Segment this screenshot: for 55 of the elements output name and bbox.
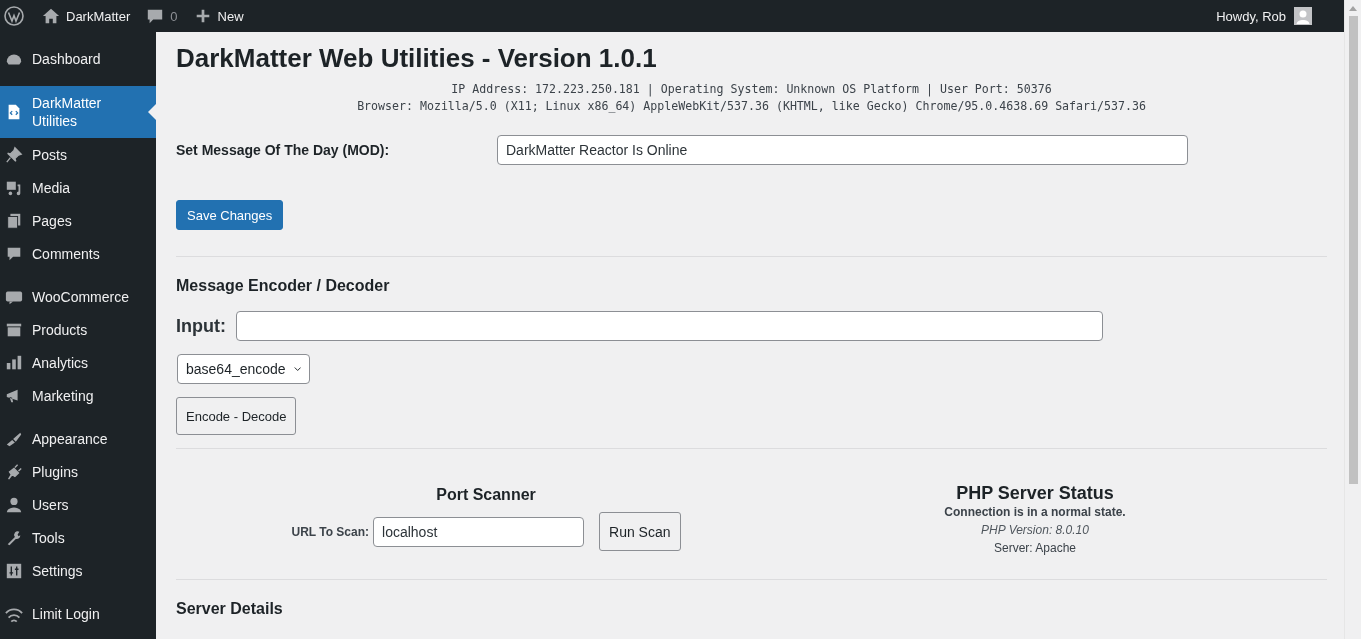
caret-icon bbox=[293, 366, 301, 372]
sidebar-item[interactable]: Users bbox=[0, 488, 156, 521]
home-icon bbox=[42, 7, 60, 25]
user-icon bbox=[5, 495, 23, 514]
message-field[interactable]: DarkMatter Reactor Is Online bbox=[497, 135, 1188, 165]
site-link[interactable]: DarkMatter bbox=[34, 0, 139, 32]
bar-chart-icon bbox=[5, 353, 23, 372]
mode-dropdown[interactable]: base64_encode bbox=[177, 354, 310, 384]
speech-bubble-icon bbox=[146, 7, 165, 25]
sidebar-item[interactable]: Analytics bbox=[0, 346, 156, 379]
sidebar-item[interactable]: Pages bbox=[0, 204, 156, 237]
sidebar-item[interactable]: Media bbox=[0, 171, 156, 204]
sidebar-item[interactable]: Tools bbox=[0, 521, 156, 554]
wordpress-logo-icon[interactable] bbox=[4, 6, 24, 26]
section-heading: Port Scanner bbox=[436, 485, 536, 505]
info-line: Browser: Mozilla/5.0 (X11; Linux x86_64) AppleWebKit/537.36 (KHTML, like Gecko) Chrome/95.0.4638.69 Safari/537.36 bbox=[356, 98, 1147, 115]
save-button[interactable]: Save Changes bbox=[176, 200, 284, 230]
input-field[interactable] bbox=[236, 311, 1103, 341]
field-label: URL To Scan: bbox=[291, 524, 370, 539]
plug-icon bbox=[5, 462, 23, 481]
avatar-icon bbox=[1294, 7, 1312, 25]
sidebar-item[interactable]: Posts bbox=[0, 138, 156, 171]
section-heading: Server Details bbox=[176, 599, 284, 619]
sidebar-item[interactable]: Dashboard bbox=[0, 42, 156, 75]
new-link[interactable]: New bbox=[185, 0, 252, 32]
pages-icon bbox=[5, 211, 23, 230]
sidebar-item[interactable]: DarkMatter Utilities bbox=[0, 86, 156, 138]
encode-decode-button[interactable]: Encode - Decode bbox=[176, 397, 297, 435]
sidebar-item[interactable]: WooCommerce bbox=[0, 280, 156, 313]
server-text: Server: Apache bbox=[992, 540, 1078, 557]
url-field[interactable]: localhost bbox=[373, 516, 585, 547]
run-scan-button[interactable]: Run Scan bbox=[599, 512, 681, 551]
pushpin-icon bbox=[5, 145, 23, 164]
sidebar-item[interactable]: Settings bbox=[0, 554, 156, 587]
sidebar-item[interactable]: Plugins bbox=[0, 455, 156, 488]
current-pointer-icon bbox=[148, 104, 156, 120]
sidebar-item[interactable]: Limit Login bbox=[0, 597, 156, 630]
scrollbar-thumb[interactable] bbox=[1348, 16, 1358, 484]
sidebar-item[interactable]: Comments bbox=[0, 237, 156, 270]
comments-link[interactable]: 0 bbox=[138, 0, 186, 32]
section-heading: Message Encoder / Decoder bbox=[176, 276, 391, 296]
wrench-icon bbox=[5, 528, 23, 547]
php-version-text: PHP Version: 8.0.10 bbox=[980, 522, 1090, 539]
sidebar-item[interactable]: Marketing bbox=[0, 379, 156, 412]
status-text: Connection is in a normal state. bbox=[943, 504, 1127, 521]
info-line: IP Address: 172.223.250.181 | Operating System: Unknown OS Platform | User Port: 50376 bbox=[450, 81, 1053, 98]
sidebar-item[interactable]: Appearance bbox=[0, 422, 156, 455]
field-label: Input: bbox=[176, 315, 226, 337]
page-title: DarkMatter Web Utilities - Version 1.0.1 bbox=[176, 43, 658, 73]
sidebar-item[interactable]: Products bbox=[0, 313, 156, 346]
account-menu[interactable]: Howdy, Rob bbox=[1208, 0, 1320, 32]
scroll-up-icon[interactable] bbox=[1348, 5, 1358, 11]
settings-icon bbox=[5, 561, 23, 580]
section-heading: PHP Server Status bbox=[955, 483, 1115, 503]
field-label: Set Message Of The Day (MOD): bbox=[176, 142, 391, 158]
